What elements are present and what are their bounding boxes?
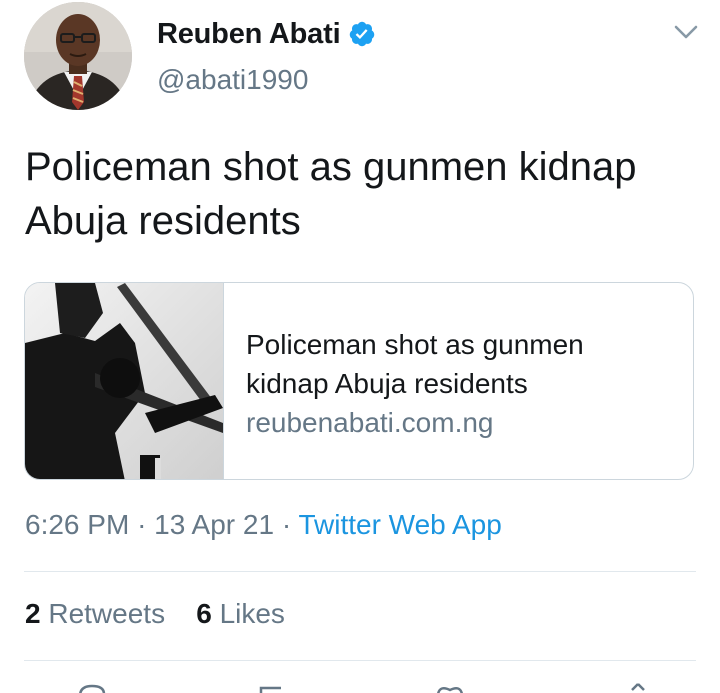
author-display-name[interactable]: Reuben Abati [157, 18, 341, 51]
link-preview-thumbnail [25, 283, 224, 479]
heart-icon[interactable] [432, 682, 468, 693]
likes-label: Likes [219, 598, 285, 629]
retweets-stat[interactable]: 2 Retweets [25, 598, 165, 629]
author-handle[interactable]: @abati1990 [157, 64, 308, 96]
reply-icon[interactable] [74, 682, 110, 693]
verified-badge-icon [348, 20, 376, 48]
retweets-count: 2 [25, 598, 41, 629]
share-icon[interactable] [620, 682, 656, 693]
engagement-stats: 2 Retweets 6 Likes [25, 598, 285, 630]
link-preview-domain: reubenabati.com.ng [246, 407, 494, 438]
divider [24, 571, 696, 572]
likes-stat[interactable]: 6 Likes [196, 598, 285, 629]
likes-count: 6 [196, 598, 212, 629]
retweet-icon[interactable] [255, 682, 291, 693]
link-preview-card[interactable]: Policeman shot as gunmen kidnap Abuja re… [24, 282, 694, 480]
author-name-row: Reuben Abati [157, 14, 376, 54]
tweet-source-link[interactable]: Twitter Web App [298, 509, 501, 540]
link-preview-body: Policeman shot as gunmen kidnap Abuja re… [224, 283, 646, 479]
tweet-time[interactable]: 6:26 PM [25, 509, 129, 540]
retweets-label: Retweets [48, 598, 166, 629]
link-preview-title: Policeman shot as gunmen kidnap Abuja re… [246, 329, 584, 399]
avatar[interactable] [24, 2, 132, 110]
divider [24, 660, 696, 661]
chevron-down-icon[interactable] [672, 22, 700, 42]
tweet-action-bar [0, 682, 720, 693]
meta-separator: · [137, 509, 147, 540]
tweet-meta: 6:26 PM · 13 Apr 21 · Twitter Web App [25, 509, 502, 541]
tweet-text: Policeman shot as gunmen kidnap Abuja re… [25, 145, 637, 243]
tweet-date[interactable]: 13 Apr 21 [154, 509, 274, 540]
meta-separator: · [281, 509, 292, 540]
tweet-detail: Reuben Abati @abati1990 Policeman shot a… [0, 0, 720, 693]
avatar-image [24, 2, 132, 110]
